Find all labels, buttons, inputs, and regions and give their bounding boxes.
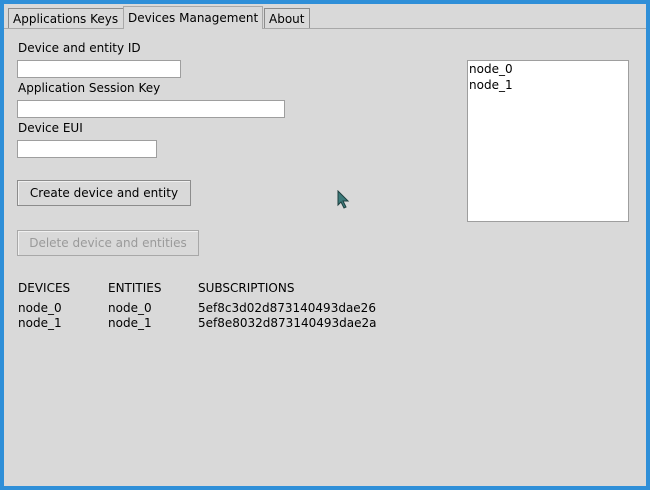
table-cell: 5ef8c3d02d873140493dae26	[198, 301, 376, 315]
entities-header: ENTITIES	[108, 281, 162, 295]
devices-management-panel: Device and entity ID Application Session…	[4, 29, 646, 486]
node-listbox[interactable]: node_0 node_1	[467, 60, 629, 222]
table-cell: 5ef8e8032d873140493dae2a	[198, 316, 377, 330]
device-eui-label: Device EUI	[18, 121, 83, 135]
tab-about[interactable]: About	[264, 8, 310, 28]
devices-column: DEVICES node_0 node_1	[18, 281, 70, 331]
device-eui-input[interactable]	[17, 140, 157, 158]
devices-header: DEVICES	[18, 281, 71, 295]
create-device-button[interactable]: Create device and entity	[17, 180, 191, 206]
tab-devices-management[interactable]: Devices Management	[123, 6, 263, 29]
entities-column: ENTITIES node_0 node_1	[108, 281, 162, 331]
table-cell: node_0	[108, 301, 152, 315]
tab-applications-keys[interactable]: Applications Keys	[8, 8, 124, 28]
subscriptions-column: SUBSCRIPTIONS 5ef8c3d02d873140493dae26 5…	[198, 281, 376, 331]
table-cell: node_0	[18, 301, 62, 315]
app-session-key-input[interactable]	[17, 100, 285, 118]
device-entity-id-label: Device and entity ID	[18, 41, 141, 55]
app-window: Applications Keys Devices Management Abo…	[4, 4, 646, 486]
list-item[interactable]: node_0	[468, 61, 628, 77]
table-cell: node_1	[108, 316, 152, 330]
list-item[interactable]: node_1	[468, 77, 628, 93]
delete-device-button[interactable]: Delete device and entities	[17, 230, 199, 256]
device-entity-id-input[interactable]	[17, 60, 181, 78]
table-cell: node_1	[18, 316, 62, 330]
subscriptions-header: SUBSCRIPTIONS	[198, 281, 295, 295]
app-session-key-label: Application Session Key	[18, 81, 161, 95]
mouse-pointer-icon	[337, 190, 350, 209]
